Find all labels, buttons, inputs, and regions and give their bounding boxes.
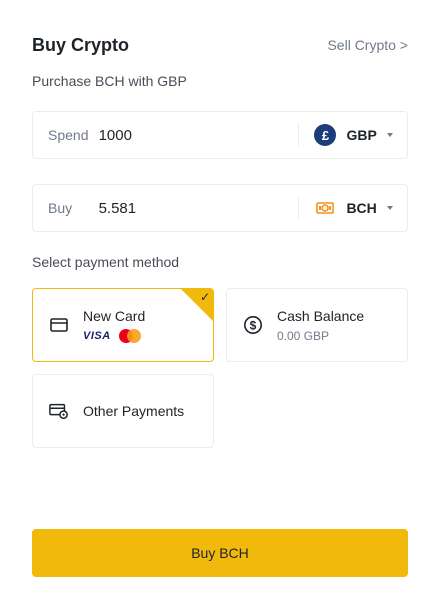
pound-sign-icon: £ [314, 124, 337, 146]
payment-other-payments[interactable]: Other Payments [32, 374, 214, 448]
purchase-subtitle: Purchase BCH with GBP [32, 73, 187, 89]
buy-label: Buy [48, 200, 73, 216]
page-title: Buy Crypto [32, 34, 130, 55]
spend-amount-input[interactable] [98, 112, 298, 158]
payment-method-name: Other Payments [83, 403, 185, 419]
spend-currency-select[interactable]: £ GBP [298, 112, 407, 158]
visa-logo: VISA [83, 329, 111, 342]
bch-coin-icon [314, 197, 336, 219]
svg-text:$: $ [250, 318, 257, 332]
spend-currency-code: GBP [346, 127, 377, 143]
dollar-circle-icon: $ [243, 315, 263, 335]
card-brands: VISA [83, 328, 145, 343]
check-icon: ✓ [199, 290, 210, 304]
credit-card-icon [49, 315, 69, 335]
buy-field: Buy BCH [32, 184, 408, 232]
mastercard-logo [118, 328, 141, 343]
chevron-down-icon [387, 133, 394, 137]
buy-amount-input[interactable] [98, 185, 298, 231]
payment-new-card[interactable]: New Card VISA ✓ [32, 288, 214, 362]
buy-currency-select[interactable]: BCH [298, 185, 407, 231]
sell-crypto-link[interactable]: Sell Crypto > [327, 37, 408, 53]
spend-label: Spend [48, 127, 89, 143]
card-settings-icon [49, 401, 69, 421]
payment-cash-balance[interactable]: $ Cash Balance 0.00 GBP [226, 288, 408, 362]
payment-method-name: Cash Balance [277, 307, 365, 324]
chevron-down-icon [387, 206, 394, 210]
payment-method-label: Select payment method [32, 254, 180, 270]
buy-currency-code: BCH [346, 200, 377, 216]
buy-bch-button[interactable]: Buy BCH [32, 529, 408, 577]
spend-field: Spend £ GBP [32, 111, 408, 159]
payment-method-name: New Card [83, 307, 146, 324]
cash-balance-amount: 0.00 GBP [277, 328, 330, 343]
header: Buy Crypto Sell Crypto > [32, 34, 408, 56]
